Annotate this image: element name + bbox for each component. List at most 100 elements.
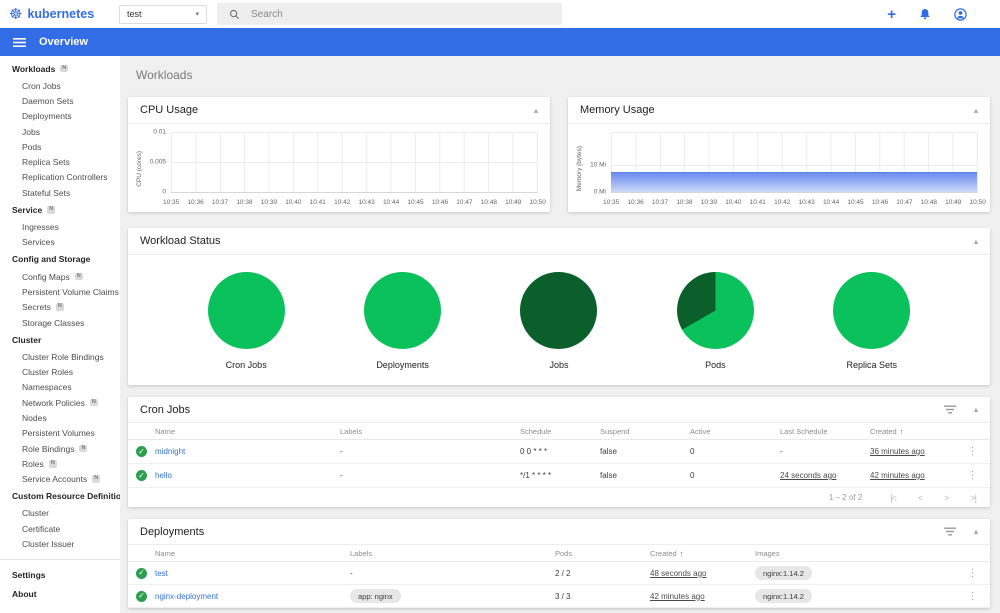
column-header-suspend[interactable]: Suspend [600,427,690,436]
sidebar-item[interactable]: Deployments [0,109,120,124]
sidebar-item[interactable]: Cluster Roles [0,364,120,379]
sidebar-item[interactable]: Network Policies N [0,395,120,410]
app-bar: Overview [0,28,1000,56]
collapse-card-button[interactable]: ▴ [974,237,978,246]
sidebar-item[interactable]: Cluster Role Bindings [0,349,120,364]
y-tick: 0.005 [149,158,166,166]
workload-pie: Jobs [494,272,624,370]
sidebar-item[interactable]: Jobs [0,124,120,139]
x-tick: 10:45 [407,199,424,206]
collapse-card-button[interactable]: ▴ [974,527,978,536]
sidebar-section-config-and-storage[interactable]: Config and Storage [0,250,120,269]
first-page-button[interactable]: |< [890,493,897,503]
cron-jobs-table-header: Name Labels Schedule Suspend Active Last… [128,423,990,440]
row-actions-button[interactable]: ⋮ [955,470,990,481]
column-header-pods[interactable]: Pods [555,549,650,558]
sidebar-item[interactable]: Services [0,235,120,250]
sidebar-item-settings[interactable]: Settings [0,566,120,585]
search-input[interactable] [251,8,550,20]
namespace-selector[interactable]: test ▾ [119,4,207,24]
user-menu-button[interactable] [954,7,967,21]
y-tick: 0.01 [153,128,166,136]
sidebar-item[interactable]: Cluster [0,506,120,521]
collapse-card-button[interactable]: ▴ [534,106,538,115]
pie-chart [207,272,285,349]
sidebar-item[interactable]: Config Maps N [0,269,120,284]
notifications-button[interactable] [919,8,931,20]
sidebar-section-cluster[interactable]: Cluster [0,330,120,349]
search-bar[interactable] [217,3,562,25]
collapse-card-button[interactable]: ▴ [974,405,978,414]
sidebar-item[interactable]: Persistent Volumes [0,426,120,441]
column-header-active[interactable]: Active [690,427,780,436]
cpu-usage-chart: CPU (cores) 0.01 0.005 0 10:35 10:36 10:… [128,124,550,207]
table-row: ✓ nginx-deployment app: nginx 3 / 3 42 m… [128,585,990,608]
sidebar-section-workloads[interactable]: Workloads N [0,59,120,78]
sidebar-item[interactable]: Namespaces [0,380,120,395]
pie-chart [520,272,598,349]
column-header-labels[interactable]: Labels [350,549,555,558]
filter-button[interactable] [943,405,956,414]
x-tick: 10:36 [187,199,204,206]
page-title: Workloads [136,68,193,82]
deployment-link[interactable]: test [155,569,350,578]
image-chip: nginx:1.14.2 [755,566,812,580]
cron-job-link[interactable]: midnight [155,447,340,456]
check-circle-icon: ✓ [136,590,147,602]
namespaced-badge: N [60,64,69,73]
x-tick: 10:37 [211,199,229,206]
memory-area-series [611,171,977,192]
cron-job-link[interactable]: hello [155,471,340,480]
column-header-name[interactable]: Name [155,427,340,436]
sidebar-item[interactable]: Nodes [0,410,120,425]
column-header-images[interactable]: Images [755,549,955,558]
namespaced-badge: N [92,475,101,483]
column-header-schedule[interactable]: Schedule [520,427,600,436]
sidebar-item[interactable]: Cron Jobs [0,78,120,93]
row-actions-button[interactable]: ⋮ [955,446,990,457]
sidebar-section-service[interactable]: Service N [0,200,120,219]
column-header-created[interactable]: Created ↑ [870,427,955,436]
sidebar-item[interactable]: Stateful Sets [0,185,120,200]
sidebar-item[interactable]: Storage Classes [0,315,120,330]
sidebar-item[interactable]: Secrets N [0,300,120,315]
sidebar-item[interactable]: Persistent Volume Claims N [0,284,120,299]
column-header-last-schedule[interactable]: Last Schedule [780,427,870,436]
sidebar-item[interactable]: Replication Controllers [0,170,120,185]
last-page-button[interactable]: >| [970,493,977,503]
card-title: Cron Jobs [140,403,191,416]
column-header-name[interactable]: Name [155,549,350,558]
row-actions-button[interactable]: ⋮ [955,568,990,579]
top-header: ☸ kubernetes test ▾ + [0,0,1000,28]
pie-label: Replica Sets [846,360,898,370]
sidebar-item[interactable]: Role Bindings N [0,441,120,456]
sidebar: Workloads N Cron Jobs Daemon Sets Deploy… [0,56,120,613]
filter-icon [943,527,956,536]
column-header-labels[interactable]: Labels [340,427,520,436]
sidebar-item[interactable]: Replica Sets [0,154,120,169]
sidebar-item[interactable]: Daemon Sets [0,93,120,108]
pagination-range: 1 – 2 of 2 [828,493,863,502]
row-actions-button[interactable]: ⋮ [955,591,990,602]
sidebar-section-custom-resource-definitions[interactable]: Custom Resource Definitions [0,487,120,506]
sidebar-item[interactable]: Certificate [0,521,120,536]
menu-toggle-button[interactable] [13,37,26,48]
column-header-created[interactable]: Created ↑ [650,549,755,558]
sidebar-item[interactable]: Cluster Issuer [0,536,120,551]
create-resource-button[interactable]: + [887,7,896,22]
previous-page-button[interactable]: < [918,493,923,503]
sidebar-item[interactable]: Pods [0,139,120,154]
sidebar-item[interactable]: Ingresses [0,219,120,234]
next-page-button[interactable]: > [944,493,949,503]
sidebar-item[interactable]: Service Accounts N [0,472,120,487]
sidebar-item[interactable]: Roles N [0,456,120,471]
x-tick: 10:38 [676,199,693,206]
pie-label: Pods [705,360,726,370]
deployment-link[interactable]: nginx-deployment [155,592,350,601]
x-tick: 10:47 [896,199,913,206]
sidebar-item-about[interactable]: About [0,585,120,604]
collapse-card-button[interactable]: ▴ [974,106,978,115]
filter-button[interactable] [943,527,956,536]
cpu-usage-card: CPU Usage ▴ CPU (cores) 0.01 0.005 0 10:… [128,97,550,212]
pie-chart [364,272,442,349]
